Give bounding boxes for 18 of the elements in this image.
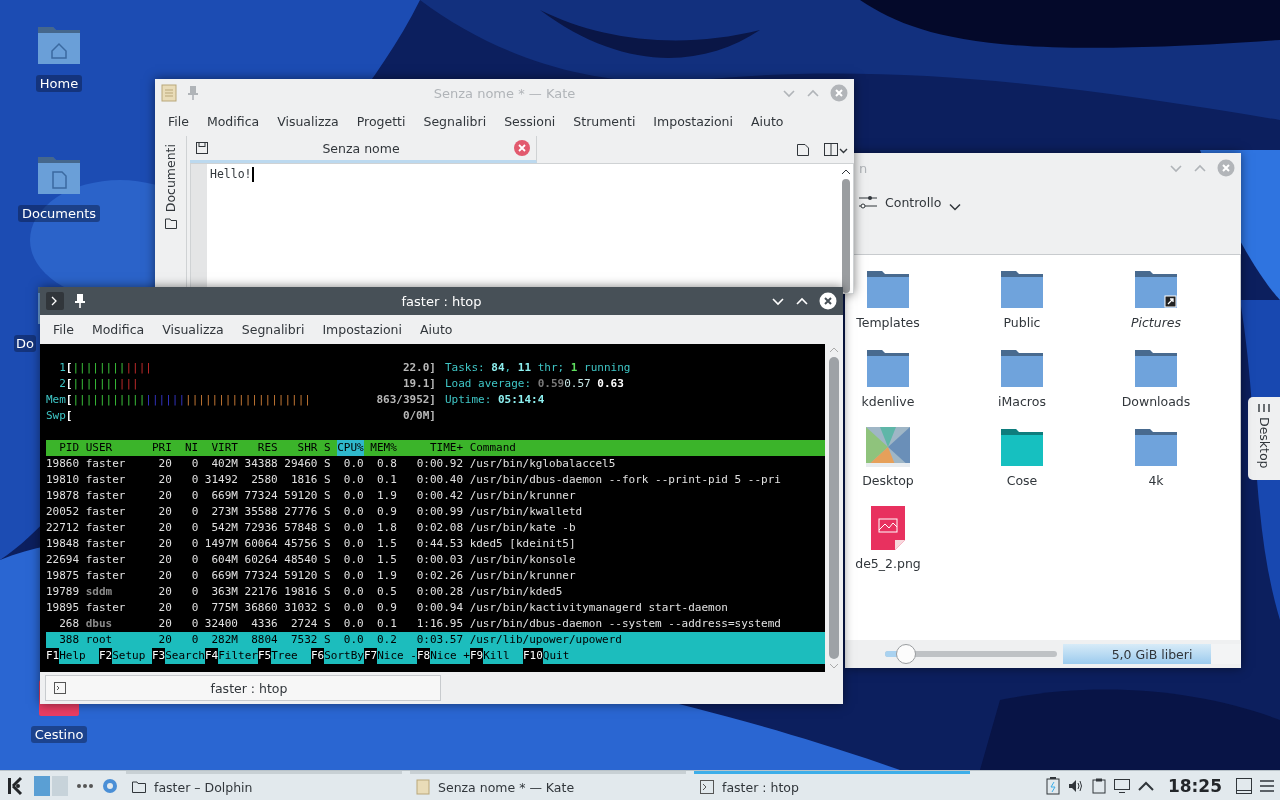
document-icon — [416, 779, 430, 795]
clipboard-icon[interactable] — [1091, 777, 1106, 794]
desktop-pager-cell[interactable] — [52, 775, 68, 796]
show-desktop-icon[interactable] — [1236, 777, 1252, 794]
chevron-up-icon[interactable] — [1137, 780, 1154, 791]
menu-icon[interactable] — [1260, 779, 1274, 792]
desktop-pager-cell[interactable] — [34, 775, 50, 796]
browser-icon[interactable] — [102, 777, 118, 794]
clock[interactable]: 18:25 — [1167, 775, 1222, 796]
volume-icon[interactable] — [1067, 778, 1084, 793]
more-icon[interactable] — [76, 782, 94, 789]
folder-icon — [132, 781, 146, 793]
task-button[interactable]: faster : htop — [694, 771, 970, 800]
battery-icon[interactable] — [1045, 776, 1060, 795]
task-button[interactable]: faster – Dolphin — [126, 771, 402, 800]
display-icon[interactable] — [1113, 778, 1130, 793]
terminal-icon — [700, 780, 714, 794]
task-button[interactable]: Senza nome * — Kate — [410, 771, 686, 800]
